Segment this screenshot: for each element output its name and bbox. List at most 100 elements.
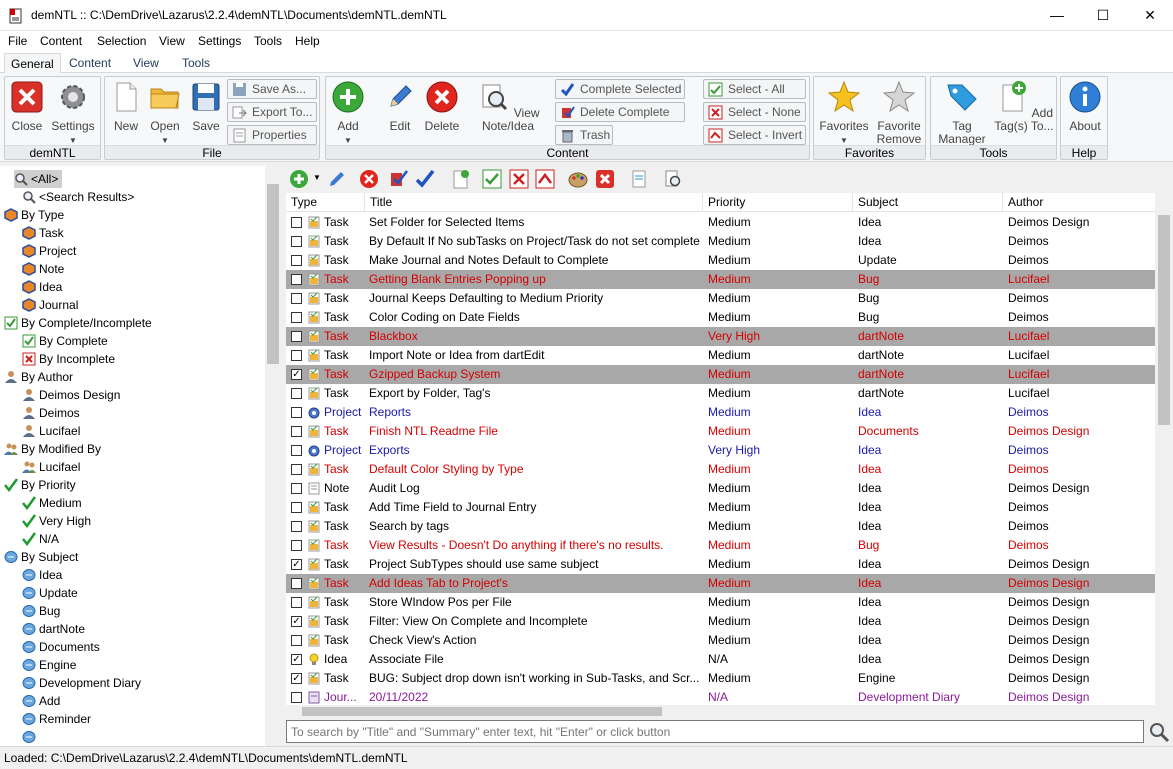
tree-item[interactable]: Documents (22, 638, 100, 656)
table-row[interactable]: Task Add Time Field to Journal Entry Mediu… (286, 498, 1155, 517)
complete-selected-tool-icon[interactable] (414, 168, 436, 190)
row-checkbox[interactable] (291, 540, 302, 551)
menu-view[interactable]: View (159, 34, 185, 48)
row-checkbox[interactable]: ✓ (291, 654, 302, 665)
grid-vscroll-thumb[interactable] (1158, 215, 1170, 425)
minimize-button[interactable]: — (1034, 0, 1080, 31)
column-header-author[interactable]: Author (1003, 193, 1155, 212)
maximize-button[interactable]: ☐ (1080, 0, 1126, 31)
table-row[interactable]: Task Default Color Styling by Type Medium I… (286, 460, 1155, 479)
column-header-type[interactable]: Type (286, 193, 365, 212)
table-row[interactable]: ✓ Task BUG: Subject drop down isn't workin… (286, 669, 1155, 688)
tree-item[interactable]: By Author (4, 368, 73, 386)
tree-item[interactable]: <All> (14, 170, 63, 188)
row-checkbox[interactable] (291, 426, 302, 437)
table-row[interactable]: Task Finish NTL Readme File Medium Document… (286, 422, 1155, 441)
tree-item[interactable]: Project (22, 242, 76, 260)
add-tag-tool-icon[interactable] (449, 168, 471, 190)
table-row[interactable]: ✓ Task Gzipped Backup System Medium dartNote… (286, 365, 1155, 384)
edit-item-icon[interactable] (326, 168, 348, 190)
row-checkbox[interactable] (291, 407, 302, 418)
table-row[interactable]: Project Exports Very High Idea Deimos (286, 441, 1155, 460)
column-header-subject[interactable]: Subject (853, 193, 1003, 212)
tree-item[interactable]: Development Diary (22, 674, 141, 692)
menu-help[interactable]: Help (295, 34, 320, 48)
tree-item[interactable]: Deimos Design (22, 386, 120, 404)
table-row[interactable]: ✓ Task Filter: View On Complete and Incomp… (286, 612, 1155, 631)
close-button[interactable]: Close (8, 80, 46, 133)
complete-selected-button[interactable]: Complete Selected (555, 79, 685, 99)
favorite-remove-button[interactable]: Favorite Remove (874, 80, 924, 146)
close-window-button[interactable]: ✕ (1127, 0, 1173, 31)
tree-item[interactable]: Medium (22, 494, 82, 512)
select-none-tool-icon[interactable] (508, 168, 530, 190)
tab-general[interactable]: General (4, 53, 61, 74)
row-checkbox[interactable] (291, 692, 302, 703)
tree-item[interactable]: Task (22, 224, 64, 242)
tree-item[interactable]: dartNote (22, 620, 85, 638)
table-row[interactable]: Task Make Journal and Notes Default to Co… (286, 251, 1155, 270)
row-checkbox[interactable] (291, 331, 302, 342)
row-checkbox[interactable] (291, 217, 302, 228)
tree-item[interactable] (22, 728, 39, 746)
add-item-icon[interactable] (288, 168, 310, 190)
table-row[interactable]: Task Search by tags Medium Idea Deimos (286, 517, 1155, 536)
select-all-tool-icon[interactable] (481, 168, 503, 190)
tab-tools[interactable]: Tools (176, 53, 216, 73)
row-checkbox[interactable]: ✓ (291, 616, 302, 627)
save-as-button[interactable]: Save As... (227, 79, 317, 99)
menu-settings[interactable]: Settings (198, 34, 241, 48)
select-none-button[interactable]: Select - None (703, 102, 806, 122)
grid-vertical-scrollbar[interactable] (1155, 193, 1173, 705)
tag-manager-button[interactable]: Tag Manager (934, 80, 990, 146)
table-row[interactable]: Task Blackbox Very High dartNote Lucifael (286, 327, 1155, 346)
menu-content[interactable]: Content (40, 34, 82, 48)
category-tree[interactable]: <All> <Search Results> By Type Task Project N… (0, 166, 281, 746)
table-row[interactable]: Project Reports Medium Idea Deimos (286, 403, 1155, 422)
row-checkbox[interactable] (291, 312, 302, 323)
table-row[interactable]: Task Import Note or Idea from dartEdit Med… (286, 346, 1155, 365)
palette-icon[interactable] (567, 168, 589, 190)
tree-item[interactable]: Add (22, 692, 60, 710)
row-checkbox[interactable] (291, 521, 302, 532)
column-header-priority[interactable]: Priority (703, 193, 853, 212)
tree-item[interactable]: Bug (22, 602, 60, 620)
row-checkbox[interactable] (291, 597, 302, 608)
export-to-button[interactable]: Export To... (227, 102, 317, 122)
row-checkbox[interactable] (291, 388, 302, 399)
row-checkbox[interactable] (291, 578, 302, 589)
menu-file[interactable]: File (8, 34, 27, 48)
tree-scrollbar[interactable] (265, 166, 281, 746)
row-checkbox[interactable] (291, 293, 302, 304)
save-button[interactable]: Save (189, 80, 223, 133)
tree-item[interactable]: Update (22, 584, 78, 602)
row-checkbox[interactable] (291, 464, 302, 475)
table-row[interactable]: ✓ Idea Associate File N/A Idea Deimos Design (286, 650, 1155, 669)
table-row[interactable]: Task Add Ideas Tab to Project's Medium Idea… (286, 574, 1155, 593)
new-button[interactable]: New (109, 80, 143, 133)
add-dropdown-icon[interactable]: ▼ (313, 173, 321, 182)
tree-item[interactable]: By Modified By (4, 440, 101, 458)
select-invert-button[interactable]: Select - Invert (703, 125, 806, 145)
about-button[interactable]: About (1065, 80, 1105, 133)
column-header-title[interactable]: Title (365, 193, 703, 212)
tree-item[interactable]: Lucifael (22, 458, 80, 476)
open-button[interactable]: Open ▼ (147, 80, 183, 147)
tree-item[interactable]: By Type (4, 206, 64, 224)
properties-tool-icon[interactable] (628, 168, 650, 190)
row-checkbox[interactable]: ✓ (291, 559, 302, 570)
edit-button[interactable]: Edit (382, 80, 418, 133)
table-row[interactable]: Task Export by Folder, Tag's Medium dartNot… (286, 384, 1155, 403)
delete-complete-tool-icon[interactable] (388, 168, 410, 190)
menu-selection[interactable]: Selection (97, 34, 146, 48)
tree-item[interactable]: By Complete (22, 332, 108, 350)
table-row[interactable]: Task By Default If No subTasks on Project… (286, 232, 1155, 251)
table-row[interactable]: Task Color Coding on Date Fields Medium Bug… (286, 308, 1155, 327)
add-button[interactable]: Add ▼ (330, 80, 366, 147)
row-checkbox[interactable] (291, 255, 302, 266)
row-checkbox[interactable] (291, 483, 302, 494)
tree-item[interactable]: By Subject (4, 548, 78, 566)
row-checkbox[interactable] (291, 635, 302, 646)
grid-horizontal-scrollbar[interactable] (286, 705, 1155, 718)
row-checkbox[interactable] (291, 502, 302, 513)
